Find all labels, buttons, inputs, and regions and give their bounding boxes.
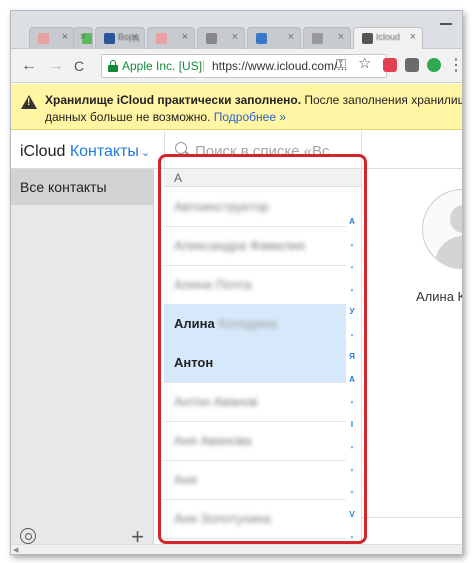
alphabet-index-item[interactable]: # [347,555,357,556]
menu-icon[interactable]: ⋮ [448,55,462,75]
browser-tab[interactable]: × [303,27,351,49]
tab-close-icon[interactable]: × [182,31,188,43]
storage-warning-bar: ! Хранилище iCloud практически заполнено… [11,84,462,130]
gear-icon[interactable] [20,528,36,544]
back-icon[interactable]: ← [21,57,37,75]
brand-label: iCloud [20,143,66,160]
tab-favicon [256,33,267,44]
key-icon[interactable]: ⚿ [336,56,346,72]
bookmark-star-icon[interactable]: ☆ [358,54,371,72]
tab-close-icon[interactable]: × [132,31,138,43]
red-highlight-frame [158,154,367,544]
tab-close-icon[interactable]: × [62,31,68,43]
pocket-extension-icon[interactable] [383,58,397,72]
tab-close-icon[interactable]: × [338,31,344,43]
browser-tab[interactable]: × [197,27,245,49]
groups-sidebar: Все контакты + [11,169,154,554]
tab-close-icon[interactable]: × [80,31,86,43]
tab-title: Icloud [376,32,401,42]
site-org: Apple Inc. [US] [122,59,203,73]
address-separator: | [202,58,206,72]
browser-tab[interactable]: Ворд × [95,27,145,49]
minimize-icon[interactable] [440,15,452,25]
browser-tab[interactable]: Icloud × [353,27,423,49]
tab-favicon [156,33,167,44]
forward-icon[interactable]: → [48,57,64,75]
tab-favicon [312,33,323,44]
warning-icon: ! [21,95,37,109]
evernote-extension-icon[interactable] [405,58,419,72]
tab-favicon [206,33,217,44]
tab-favicon [104,33,115,44]
tab-strip: × × Ворд × × × × × Icloud × [11,11,462,49]
contact-detail: Алина К [362,169,463,554]
search-icon [175,142,187,154]
warning-text-line2: данных больше не возможно. Подробнее » [45,110,287,124]
tab-close-icon[interactable]: × [410,31,416,43]
warning-more-link[interactable]: Подробнее » [214,110,286,124]
app-switcher[interactable]: iCloud Контакты ⌄ [20,143,150,161]
sidebar-item-all-contacts[interactable]: Все контакты [11,169,153,205]
lock-icon [108,60,118,72]
tab-close-icon[interactable]: × [232,31,238,43]
browser-tab[interactable]: × [247,27,301,49]
browser-tab[interactable]: × [147,27,195,49]
tab-favicon [38,33,49,44]
divider [362,517,462,518]
avatar [422,189,462,269]
tab-close-icon[interactable]: × [288,31,294,43]
warning-text-line1: Хранилище iCloud практически заполнено. … [45,93,463,107]
reload-icon[interactable]: C [74,58,84,74]
green-extension-icon[interactable] [427,58,441,72]
tab-favicon [362,33,373,44]
browser-tab[interactable]: × [29,27,75,49]
detail-contact-name: Алина К [416,289,463,304]
browser-tab[interactable]: × [73,27,93,49]
section-label: Контакты [69,143,139,160]
horizontal-scrollbar[interactable]: ◀ [11,544,462,554]
site-url: https://www.icloud.com/... [212,59,348,73]
chevron-down-icon: ⌄ [140,147,151,159]
